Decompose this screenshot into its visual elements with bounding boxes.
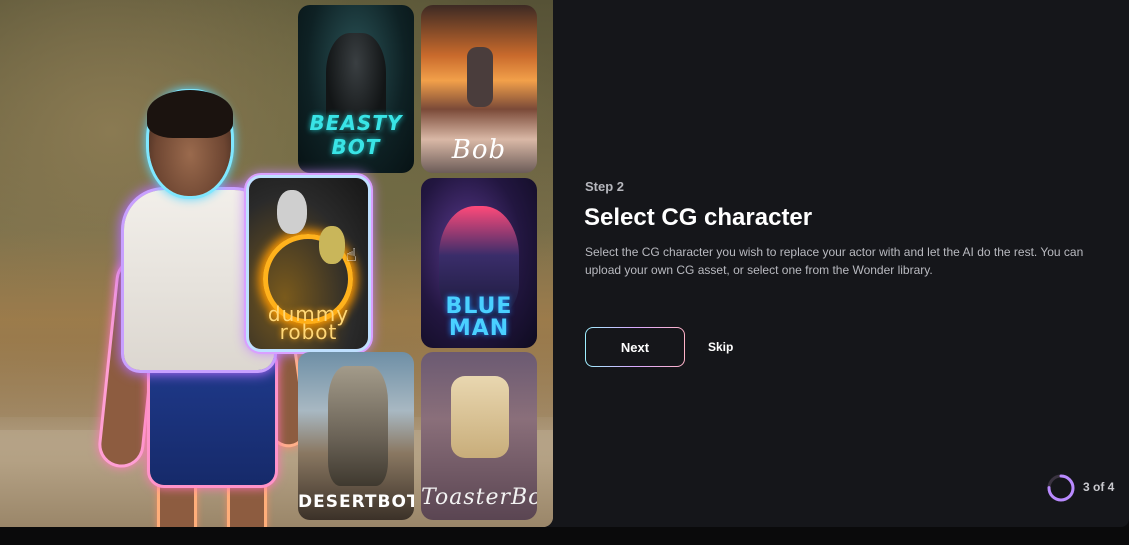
progress-text: 3 of 4 (1083, 480, 1115, 494)
actor-shorts (150, 355, 275, 485)
actor-hair (147, 90, 233, 138)
character-card-blue-man[interactable]: BLUE MAN (421, 178, 537, 348)
dummy-robot-figure (277, 190, 307, 234)
bob-figure (467, 47, 493, 107)
onboarding-modal: BEASTY BOT Bob dummy robot BLUE MAN DESE… (0, 0, 1129, 527)
hand-cursor-icon: ☝ (346, 245, 357, 265)
card-title: DESERTBOT (298, 492, 414, 512)
card-title: ToasterBot (421, 485, 537, 510)
character-card-toasterbot[interactable]: ToasterBot (421, 352, 537, 520)
desertbot-figure (328, 366, 388, 486)
window-bottom-strip (0, 527, 1129, 545)
dummy-robot-figure-secondary (319, 226, 345, 264)
card-title: BEASTY BOT (309, 111, 403, 159)
progress-ring-icon (1047, 474, 1075, 502)
card-title: BLUE MAN (445, 294, 513, 341)
character-card-bob[interactable]: Bob (421, 5, 537, 173)
step-description: Select the CG character you wish to repl… (585, 245, 1084, 277)
toasterbot-figure (451, 376, 509, 458)
card-title: dummy robot (267, 302, 350, 344)
page-title: Select CG character (584, 204, 813, 231)
card-title: Bob (451, 135, 507, 165)
character-card-desertbot[interactable]: DESERTBOT (298, 352, 414, 520)
step-label: Step 2 (585, 179, 625, 194)
skip-button[interactable]: Skip (700, 337, 741, 357)
next-button[interactable]: Next (585, 327, 685, 367)
illustration: BEASTY BOT Bob dummy robot BLUE MAN DESE… (0, 0, 553, 527)
character-card-beasty-bot[interactable]: BEASTY BOT (298, 5, 414, 173)
